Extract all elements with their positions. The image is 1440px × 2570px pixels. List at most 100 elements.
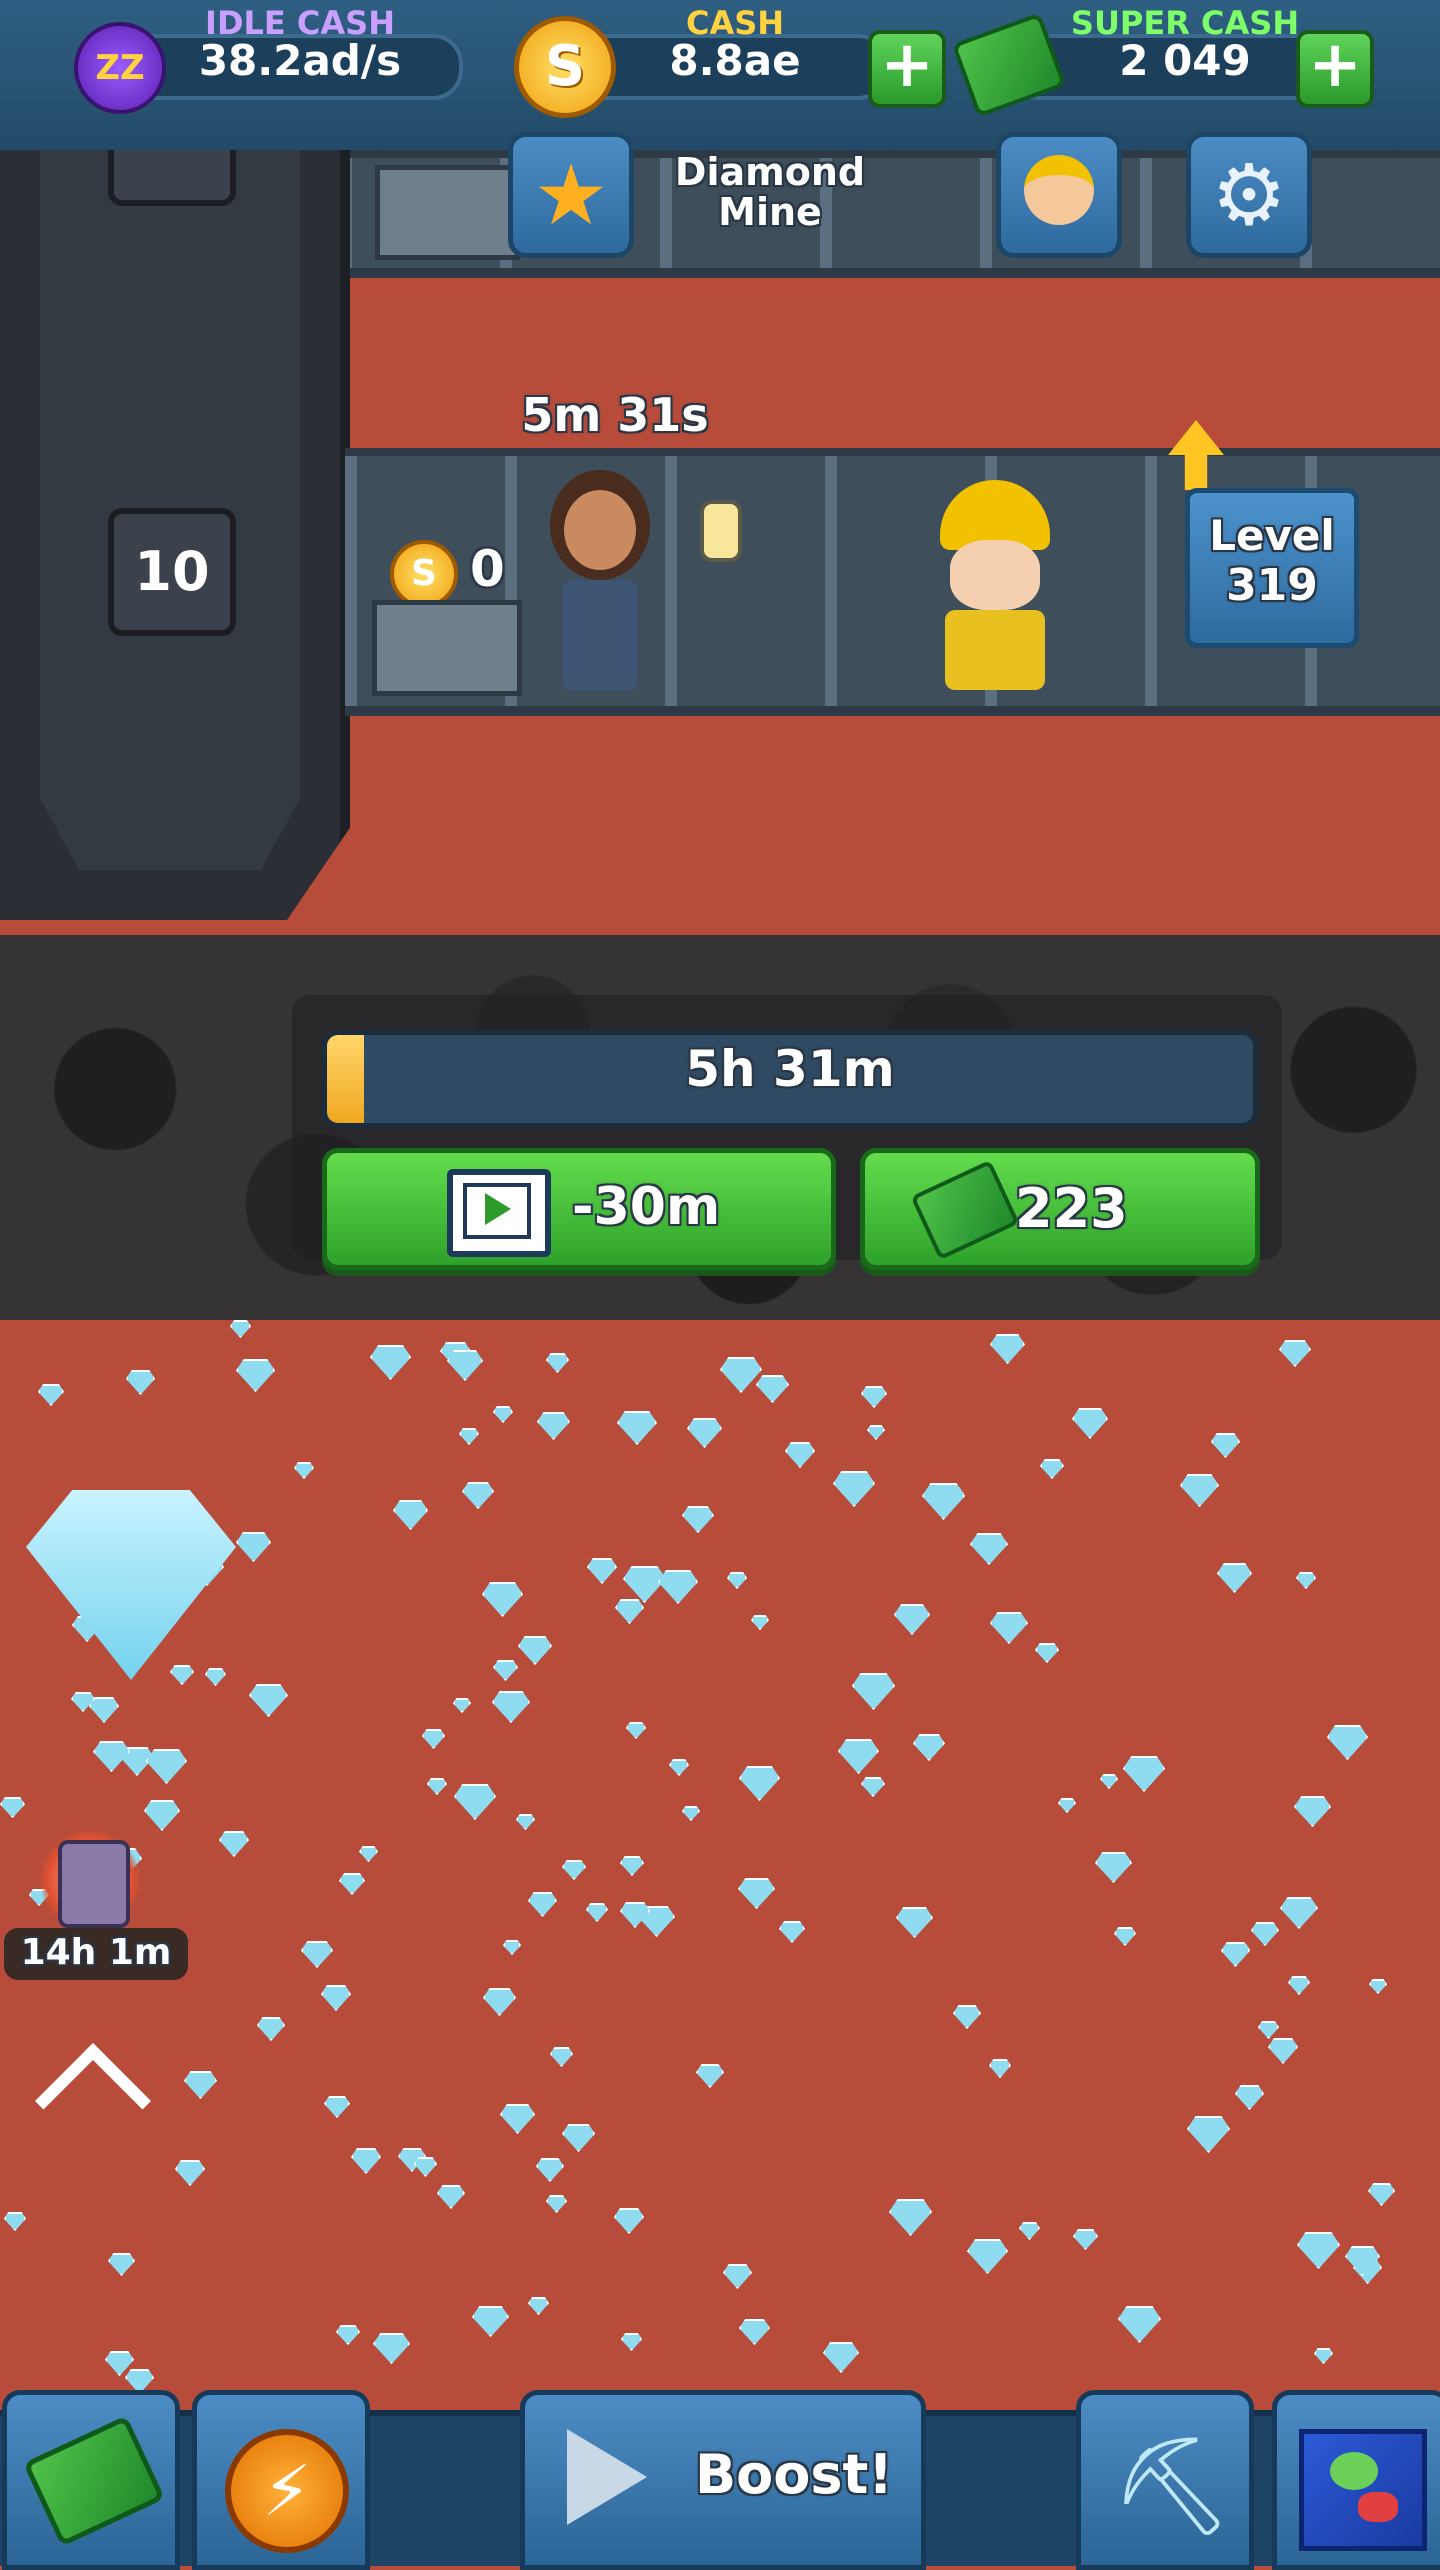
shop-button[interactable]: [2, 2390, 180, 2570]
diamond-gem-decoration: [1073, 2229, 1098, 2250]
miner-characters[interactable]: [920, 480, 1070, 690]
diamond-gem-decoration: [359, 1846, 378, 1862]
super-cash-bill-icon: [910, 1159, 1020, 1261]
diamond-gem-decoration: [1095, 1852, 1132, 1883]
diamond-gem-decoration: [970, 1533, 1008, 1565]
boost-label: Boost!: [695, 2443, 893, 2506]
level-label: Level: [1209, 511, 1335, 560]
diamond-gem-decoration: [257, 2017, 285, 2041]
diamond-gem-decoration: [1035, 1643, 1059, 1663]
diamond-gem-decoration: [614, 2208, 644, 2234]
diamond-gem-decoration: [682, 1806, 700, 1821]
diamond-gem-decoration: [990, 1612, 1028, 1644]
diamond-gem-decoration: [518, 1636, 552, 1665]
diamond-gem-decoration: [126, 1370, 155, 1395]
diamond-gem-decoration: [1019, 2222, 1040, 2240]
diamond-gem-decoration: [370, 1345, 411, 1380]
diamond-gem-decoration: [833, 1471, 875, 1507]
boost-button[interactable]: Boost!: [520, 2390, 926, 2570]
diamond-gem-decoration: [779, 1921, 805, 1943]
diamond-gem-decoration: [1288, 1976, 1310, 1995]
diamond-gem-decoration: [1279, 1340, 1311, 1367]
lamp-icon: [700, 500, 742, 562]
video-play-icon: [447, 1169, 551, 1257]
diamond-gem-decoration: [967, 2239, 1008, 2274]
time-warp-icon[interactable]: [58, 1840, 130, 1928]
diamond-gem-decoration: [4, 2212, 26, 2231]
diamond-gem-decoration: [889, 2199, 932, 2236]
floor-number-badge[interactable]: 10: [108, 508, 236, 636]
diamond-gem-decoration: [852, 1673, 895, 1710]
diamond-gem-decoration: [989, 2059, 1011, 2078]
boosts-button[interactable]: ⚡: [192, 2390, 370, 2570]
diamond-gem-decoration: [422, 1729, 445, 1749]
diamond-gem-decoration: [1187, 2116, 1230, 2153]
manager-button[interactable]: [996, 132, 1122, 258]
diamond-gem-decoration: [658, 1570, 698, 1604]
add-super-cash-button[interactable]: +: [1296, 30, 1374, 108]
diamond-gem-decoration: [1297, 2232, 1340, 2269]
diamond-gem-decoration: [896, 1907, 933, 1938]
diamond-gem-decoration: [453, 1698, 471, 1713]
diamond-gem-decoration: [437, 2185, 465, 2209]
diamond-gem-decoration: [953, 2005, 981, 2029]
diamond-gem-decoration: [621, 2333, 642, 2351]
diamond-gem-decoration: [351, 2148, 381, 2174]
idle-cash-value: 38.2ad/s: [198, 36, 402, 85]
diamond-gem-decoration: [336, 2325, 360, 2345]
add-cash-button[interactable]: +: [868, 30, 946, 108]
diamond-gem-decoration: [249, 1684, 288, 1717]
upper-crate: [375, 165, 520, 260]
level-upgrade-button[interactable]: Level 319: [1185, 488, 1359, 648]
diamond-gem-decoration: [492, 1691, 530, 1723]
boost-timer: 14h 1m: [20, 1932, 172, 1973]
diamond-gem-decoration: [1211, 1433, 1240, 1458]
diamond-gem-decoration: [493, 1660, 518, 1681]
super-cash-value: 2 049: [1119, 36, 1251, 85]
diamond-gem-decoration: [528, 2297, 549, 2315]
cash-stack-icon: [22, 2415, 166, 2547]
settings-button[interactable]: ⚙: [1186, 132, 1312, 258]
diamond-gem-decoration: [823, 2342, 859, 2373]
diamond-gem-decoration: [785, 1442, 815, 1468]
diamond-gem-decoration: [427, 1778, 447, 1795]
diamond-gem-decoration: [339, 1873, 365, 1895]
diamond-gem-decoration: [1114, 1927, 1136, 1946]
diamond-gem-decoration: [620, 1856, 644, 1876]
watch-ad-button[interactable]: -30m: [322, 1148, 836, 1270]
diamond-gem-decoration: [1058, 1798, 1076, 1813]
diamond-gem-decoration: [321, 1985, 351, 2011]
diamond-gem-decoration: [1368, 2183, 1395, 2206]
favorites-button[interactable]: ★: [508, 132, 634, 258]
map-button[interactable]: [1272, 2390, 1440, 2570]
diamond-gem-decoration: [71, 1692, 95, 1712]
diamond-gem-decoration: [546, 1353, 569, 1373]
diamond-gem-decoration: [472, 2306, 509, 2337]
diamond-gem-decoration: [1217, 1563, 1252, 1593]
diamond-gem-decoration: [669, 1759, 689, 1776]
diamond-gem-decoration: [913, 1734, 945, 1761]
shaft-manager-character[interactable]: [540, 470, 660, 690]
diamond-gem-decoration: [623, 1566, 666, 1603]
shaft-coin-icon: S: [390, 540, 458, 608]
diamond-gem-decoration: [500, 2104, 535, 2134]
diamond-gem-decoration: [89, 1697, 119, 1723]
diamond-gem-decoration: [0, 1797, 25, 1818]
diamond-gem-decoration: [175, 2160, 205, 2186]
diamond-gem-decoration: [861, 1777, 885, 1797]
diamond-gem-decoration: [108, 2253, 135, 2276]
diamond-gem-decoration: [682, 1506, 714, 1533]
diamond-gem-decoration: [373, 2333, 410, 2364]
shaft-crate[interactable]: [372, 600, 522, 696]
cash-value: 8.8ae: [669, 36, 801, 85]
diamond-gem-decoration: [546, 2195, 567, 2213]
diamond-gem-decoration: [301, 1941, 333, 1968]
pay-super-cash-button[interactable]: 223: [860, 1148, 1260, 1270]
diamond-gem-decoration: [739, 1766, 780, 1801]
diamond-gem-decoration: [1118, 2306, 1161, 2343]
diamond-gem-decoration: [393, 1500, 428, 1530]
floor-button-above[interactable]: [108, 150, 236, 206]
diamond-gem-decoration: [528, 1892, 557, 1917]
pickaxe-icon: ⛏: [1111, 2430, 1233, 2542]
mines-button[interactable]: ⛏: [1076, 2390, 1254, 2570]
